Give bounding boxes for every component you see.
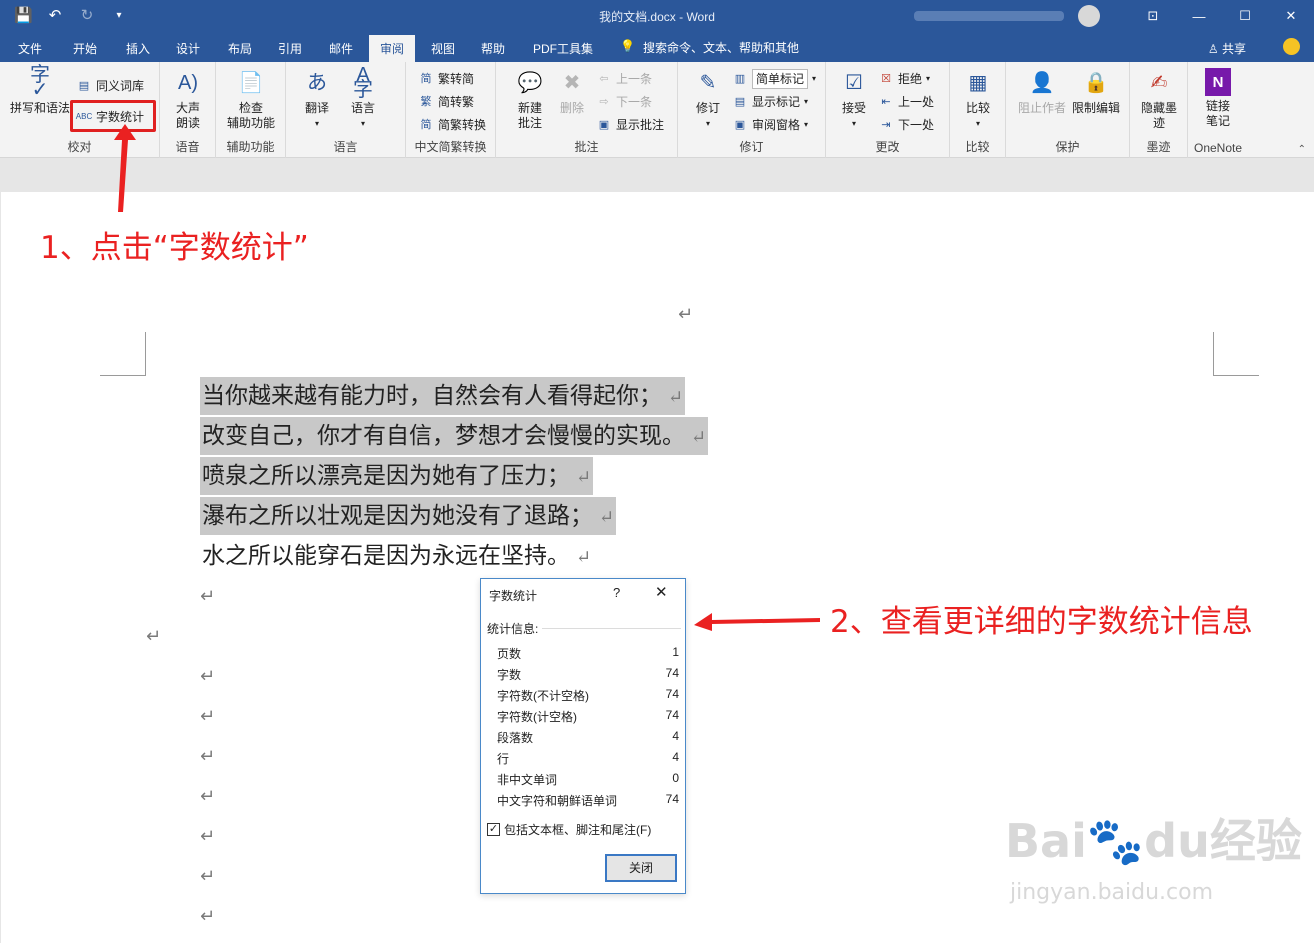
checkbox-label: 包括文本框、脚注和尾注(F) (504, 823, 652, 837)
stat-row: 页数 1 (497, 645, 679, 662)
dialog-title: 字数统计 (489, 589, 538, 603)
stat-value: 4 (672, 729, 679, 743)
stat-label: 非中文单词 (497, 773, 558, 787)
stat-row: 行4 (497, 750, 679, 767)
close-icon[interactable]: ✕ (655, 583, 668, 601)
statistics-section: 统计信息: (487, 620, 681, 637)
stat-label: 页数 (497, 647, 522, 661)
stat-value: 74 (665, 708, 679, 722)
stat-row: 段落数 4 (497, 729, 679, 746)
word-count-dialog: 字数统计 ? ✕ 统计信息: 页数 1 字数 74 字符数(不计空格) 74 字符数(… (480, 578, 686, 894)
stat-value: 1 (672, 645, 679, 659)
stat-value: 4 (672, 750, 679, 764)
stat-row: 中文字符和朝鲜语单词 74 (497, 792, 679, 809)
stat-row: 字数 74 (497, 666, 679, 683)
stat-row: 非中文单词 0 (497, 771, 679, 788)
stat-label: 字数 (497, 668, 522, 682)
stat-row: 字符数(不计空格) 74 (497, 687, 679, 704)
stat-label: 字符数(计空格) (497, 710, 577, 724)
stat-label: 字符数(不计空格) (497, 689, 589, 703)
stat-label: 段落数 (497, 731, 534, 745)
baidu-watermark: Bai🐾du经验 (1005, 814, 1302, 868)
section-label: 统计信息: (487, 622, 539, 636)
annotation-step2: 2、查看更详细的字数统计信息 (830, 604, 1253, 640)
close-button[interactable]: 关闭 (605, 854, 677, 882)
help-icon[interactable]: ? (613, 585, 620, 600)
checkmark-icon[interactable]: ✓ (487, 823, 500, 836)
stat-value: 74 (665, 687, 679, 701)
stat-label: 行 (497, 752, 510, 766)
stat-value: 0 (672, 771, 679, 785)
annotation-step1: 1、点击“字数统计” (40, 230, 309, 266)
arrow-up-to-word-count (114, 124, 136, 212)
stat-value: 74 (665, 666, 679, 680)
baidu-watermark-url: jingyan.baidu.com (1010, 880, 1214, 905)
stat-label: 中文字符和朝鲜语单词 (497, 794, 618, 808)
include-textboxes-checkbox[interactable]: ✓ 包括文本框、脚注和尾注(F) (487, 821, 651, 838)
arrow-left-to-dialog (694, 613, 820, 631)
stat-row: 字符数(计空格) 74 (497, 708, 679, 725)
stat-value: 74 (665, 792, 679, 806)
